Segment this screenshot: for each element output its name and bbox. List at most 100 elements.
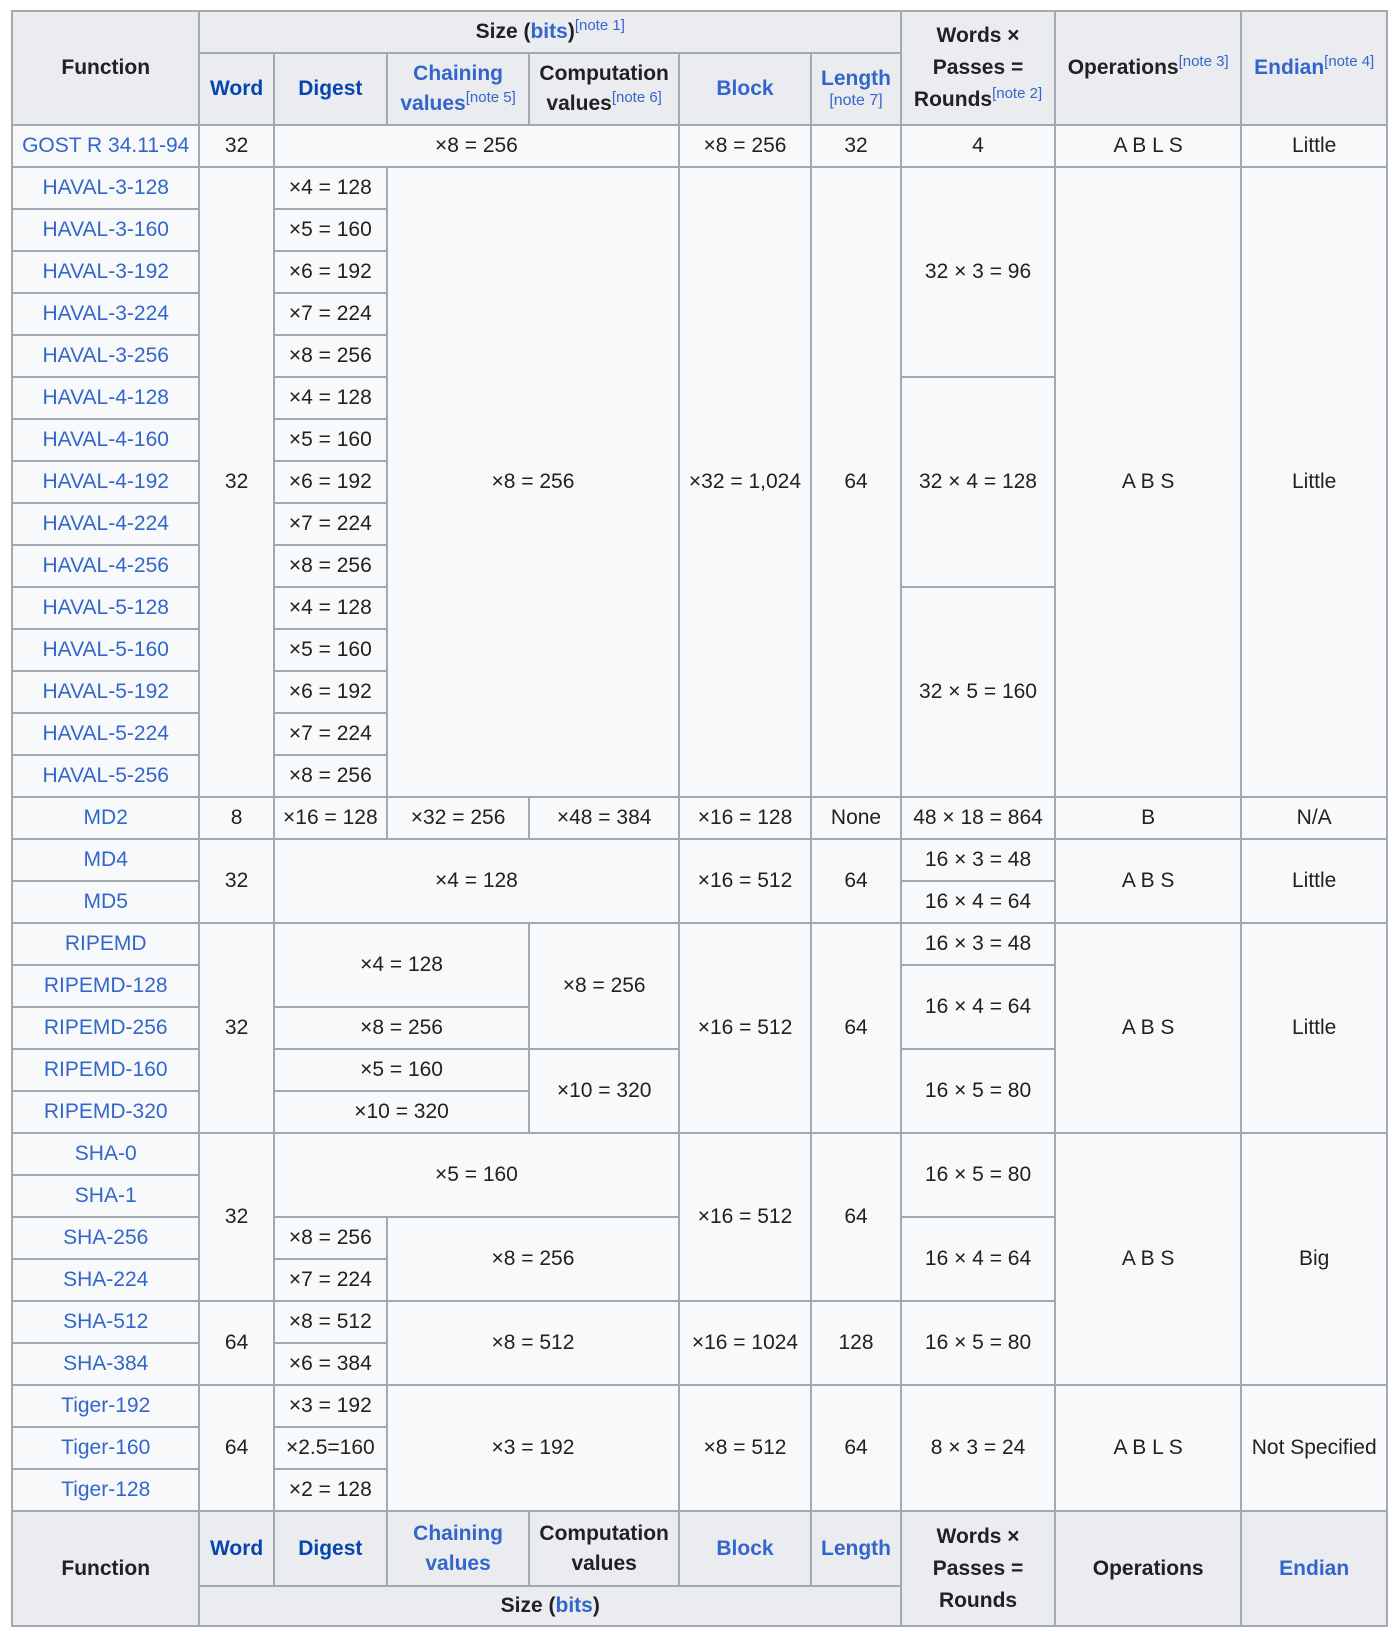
- function-link[interactable]: MD2: [10, 796, 201, 840]
- header-block[interactable]: Block: [678, 52, 812, 126]
- function-link[interactable]: HAVAL-5-256: [10, 754, 201, 798]
- header-length[interactable]: Length [note 7]: [809, 52, 903, 126]
- function-link[interactable]: HAVAL-4-192: [10, 460, 201, 504]
- cell-rounds: 16 × 3 = 48: [900, 838, 1056, 882]
- cell-digest: ×7 = 224: [272, 292, 388, 336]
- footer-endian[interactable]: Endian: [1240, 1510, 1388, 1627]
- table-row: MD4 32 ×4 = 128 ×16 = 512 64 16 × 3 = 48…: [10, 838, 1388, 924]
- cell-block: ×16 = 512: [678, 838, 812, 924]
- endian-link[interactable]: Endian: [1254, 56, 1324, 79]
- cell-operations: A B L S: [1053, 1384, 1243, 1512]
- function-link[interactable]: RIPEMD-256: [10, 1006, 201, 1050]
- function-link[interactable]: SHA-224: [10, 1258, 201, 1302]
- header-chaining-values[interactable]: Chaining values[note 5]: [385, 52, 531, 126]
- function-link[interactable]: RIPEMD-128: [10, 964, 201, 1008]
- header-word[interactable]: Word: [198, 52, 275, 126]
- note-6-link[interactable]: [note 6]: [612, 89, 662, 106]
- cell-chaining-values: ×32 = 256: [385, 796, 531, 840]
- cell-endian: Big: [1240, 1132, 1388, 1386]
- function-link[interactable]: HAVAL-5-160: [10, 628, 201, 672]
- cell-digest: ×8 = 256: [272, 1216, 388, 1260]
- cell-endian: Little: [1240, 922, 1388, 1134]
- function-link[interactable]: HAVAL-3-256: [10, 334, 201, 378]
- function-link[interactable]: MD5: [10, 880, 201, 924]
- header-endian: Endian[note 4]: [1240, 10, 1388, 126]
- cell-digest: ×7 = 224: [272, 712, 388, 756]
- function-link[interactable]: GOST R 34.11-94: [10, 124, 201, 168]
- cell-rounds: 16 × 5 = 80: [900, 1048, 1056, 1134]
- footer-word[interactable]: Word: [198, 1510, 275, 1587]
- cell-operations: A B L S: [1053, 124, 1243, 168]
- cell-word: 32: [198, 124, 275, 168]
- cell-length: 128: [809, 1300, 903, 1386]
- cell-block: ×32 = 1,024: [678, 166, 812, 798]
- function-link[interactable]: RIPEMD-320: [10, 1090, 201, 1134]
- cell-computation-values: ×8 = 256: [528, 922, 681, 1050]
- cell-endian: Not Specified: [1240, 1384, 1388, 1512]
- function-link[interactable]: Tiger-192: [10, 1384, 201, 1428]
- cell-digest: ×6 = 192: [272, 460, 388, 504]
- function-link[interactable]: HAVAL-3-128: [10, 166, 201, 210]
- function-link[interactable]: SHA-512: [10, 1300, 201, 1344]
- cell-chaining-values: ×3 = 192: [385, 1384, 681, 1512]
- cell-digest: ×8 = 256: [272, 1006, 531, 1050]
- cell-chaining-values: ×8 = 256: [385, 166, 681, 798]
- function-link[interactable]: HAVAL-3-192: [10, 250, 201, 294]
- cell-digest: ×8 = 256: [272, 124, 681, 168]
- footer-block[interactable]: Block: [678, 1510, 812, 1587]
- cell-rounds: 32 × 3 = 96: [900, 166, 1056, 378]
- cell-digest: ×6 = 192: [272, 250, 388, 294]
- function-link[interactable]: HAVAL-3-160: [10, 208, 201, 252]
- cell-computation-values: ×48 = 384: [528, 796, 681, 840]
- cell-digest: ×3 = 192: [272, 1384, 388, 1428]
- note-5-link[interactable]: [note 5]: [466, 89, 516, 106]
- function-link[interactable]: RIPEMD: [10, 922, 201, 966]
- cell-rounds: 16 × 4 = 64: [900, 964, 1056, 1050]
- cell-block: ×16 = 128: [678, 796, 812, 840]
- function-link[interactable]: HAVAL-4-256: [10, 544, 201, 588]
- function-link[interactable]: HAVAL-4-128: [10, 376, 201, 420]
- footer-digest[interactable]: Digest: [272, 1510, 388, 1587]
- function-link[interactable]: HAVAL-3-224: [10, 292, 201, 336]
- function-link[interactable]: SHA-384: [10, 1342, 201, 1386]
- cell-rounds: 16 × 4 = 64: [900, 1216, 1056, 1302]
- function-link[interactable]: HAVAL-4-224: [10, 502, 201, 546]
- note-2-link[interactable]: [note 2]: [992, 85, 1042, 102]
- function-link[interactable]: HAVAL-5-128: [10, 586, 201, 630]
- function-link[interactable]: Tiger-160: [10, 1426, 201, 1470]
- cell-length: 64: [809, 838, 903, 924]
- footer-chaining-values[interactable]: Chaining values: [385, 1510, 531, 1587]
- function-link[interactable]: SHA-256: [10, 1216, 201, 1260]
- cell-length: 64: [809, 1384, 903, 1512]
- header-size: Size (bits)[note 1]: [198, 10, 903, 54]
- note-7-link[interactable]: [note 7]: [816, 91, 896, 111]
- function-link[interactable]: SHA-0: [10, 1132, 201, 1176]
- function-link[interactable]: HAVAL-4-160: [10, 418, 201, 462]
- note-3-link[interactable]: [note 3]: [1179, 53, 1229, 70]
- footer-bits-link[interactable]: bits: [556, 1594, 593, 1617]
- function-link[interactable]: Tiger-128: [10, 1468, 201, 1512]
- cell-length: 32: [809, 124, 903, 168]
- note-1-link[interactable]: [note 1]: [575, 17, 625, 34]
- cell-block: ×16 = 512: [678, 922, 812, 1134]
- function-link[interactable]: MD4: [10, 838, 201, 882]
- cell-chaining-values: ×8 = 512: [385, 1300, 681, 1386]
- header-words-passes-rounds: Words × Passes = Rounds[note 2]: [900, 10, 1056, 126]
- cell-rounds: 16 × 5 = 80: [900, 1132, 1056, 1218]
- cell-rounds: 16 × 4 = 64: [900, 880, 1056, 924]
- cell-rounds: 16 × 5 = 80: [900, 1300, 1056, 1386]
- function-link[interactable]: HAVAL-5-224: [10, 712, 201, 756]
- cell-block: ×16 = 512: [678, 1132, 812, 1302]
- function-link[interactable]: SHA-1: [10, 1174, 201, 1218]
- header-digest[interactable]: Digest: [272, 52, 388, 126]
- cell-digest: ×4 = 128: [272, 922, 531, 1008]
- function-link[interactable]: HAVAL-5-192: [10, 670, 201, 714]
- cell-digest: ×4 = 128: [272, 586, 388, 630]
- cell-endian: N/A: [1240, 796, 1388, 840]
- bits-link[interactable]: bits: [530, 20, 567, 43]
- cell-length: None: [809, 796, 903, 840]
- footer-length[interactable]: Length: [809, 1510, 903, 1587]
- function-link[interactable]: RIPEMD-160: [10, 1048, 201, 1092]
- cell-digest: ×2.5=160: [272, 1426, 388, 1470]
- note-4-link[interactable]: [note 4]: [1324, 53, 1374, 70]
